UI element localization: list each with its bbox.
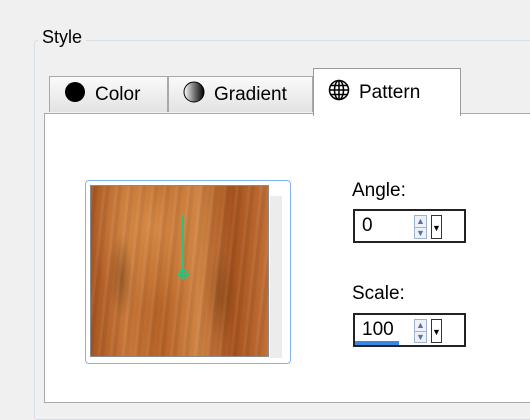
angle-spin-arrows[interactable]: ▲ ▼ — [414, 215, 427, 239]
chevron-down-icon: ▼ — [432, 223, 441, 233]
tab-gradient-label: Gradient — [214, 83, 287, 105]
spin-down-icon[interactable]: ▼ — [415, 226, 426, 239]
pattern-preview-frame[interactable] — [85, 180, 291, 364]
spin-up-icon[interactable]: ▲ — [415, 216, 426, 227]
angle-handle[interactable] — [91, 186, 268, 356]
tab-pattern-label: Pattern — [359, 81, 421, 103]
angle-dropdown-button[interactable]: ▼ — [431, 215, 442, 239]
scale-dropdown-button[interactable]: ▼ — [431, 319, 442, 343]
scale-spinbox[interactable]: 100 ▲ ▼ ▼ — [353, 313, 466, 347]
wood-pattern-preview[interactable] — [90, 185, 269, 357]
scale-progress-bar — [355, 341, 399, 345]
angle-value[interactable]: 0 — [362, 214, 373, 238]
angle-label: Angle: — [352, 180, 406, 201]
tab-color[interactable]: Color — [49, 76, 168, 112]
tab-color-label: Color — [95, 83, 141, 105]
globe-grid-icon — [328, 79, 350, 107]
preview-scrollbar[interactable] — [270, 196, 282, 358]
chevron-down-icon: ▼ — [432, 327, 441, 337]
half-circle-icon — [183, 81, 205, 109]
tab-gradient[interactable]: Gradient — [168, 76, 313, 112]
spin-up-icon[interactable]: ▲ — [415, 320, 426, 331]
scale-spin-arrows[interactable]: ▲ ▼ — [414, 319, 427, 343]
scale-value[interactable]: 100 — [362, 318, 394, 342]
tab-pattern[interactable]: Pattern — [313, 68, 461, 116]
spin-down-icon[interactable]: ▼ — [415, 330, 426, 343]
angle-spinbox[interactable]: 0 ▲ ▼ ▼ — [353, 209, 466, 243]
black-circle-icon — [64, 81, 86, 109]
style-group-title: Style — [38, 26, 87, 48]
scale-label: Scale: — [352, 283, 405, 304]
